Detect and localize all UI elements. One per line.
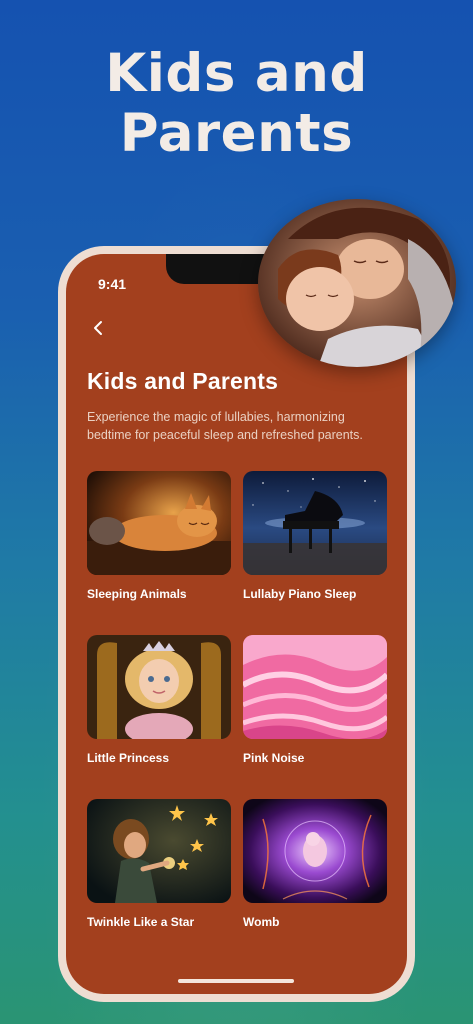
sound-card-pink-noise[interactable]: Pink Noise — [243, 635, 387, 765]
sound-card-label: Pink Noise — [243, 751, 305, 765]
sleeping-animals-thumbnail — [87, 471, 231, 575]
sound-card-little-princess[interactable]: Little Princess — [87, 635, 231, 765]
sound-card-womb[interactable]: Womb — [243, 799, 387, 929]
sound-card-label: Sleeping Animals — [87, 587, 187, 601]
sound-card-label: Lullaby Piano Sleep — [243, 587, 357, 601]
sound-card-sleeping-animals[interactable]: Sleeping Animals — [87, 471, 231, 601]
lullaby-piano-thumbnail — [243, 471, 387, 575]
sound-card-label: Womb — [243, 915, 280, 929]
womb-thumbnail — [243, 799, 387, 903]
page-title: Kids and Parents — [87, 368, 279, 394]
chevron-left-icon — [94, 321, 102, 335]
sound-card-twinkle-like-a-star[interactable]: Twinkle Like a Star — [87, 799, 231, 929]
promo-headline-line2: Parents — [119, 103, 354, 164]
promo-headline: Kids and Parents — [0, 44, 473, 164]
little-princess-thumbnail — [87, 635, 231, 739]
sound-grid: Sleeping Animals Lullaby Piano Sleep Lit… — [87, 471, 387, 931]
status-time: 9:41 — [98, 276, 127, 292]
sound-card-lullaby-piano-sleep[interactable]: Lullaby Piano Sleep — [243, 471, 387, 601]
mother-child-photo — [258, 199, 456, 367]
pink-noise-thumbnail — [243, 635, 387, 739]
back-button[interactable] — [86, 316, 110, 340]
twinkle-star-thumbnail — [87, 799, 231, 903]
page-description: Experience the magic of lullabies, harmo… — [87, 410, 363, 442]
sound-card-label: Twinkle Like a Star — [87, 915, 195, 929]
promo-headline-line1: Kids and — [105, 43, 368, 104]
home-indicator — [178, 979, 294, 983]
sound-card-label: Little Princess — [87, 751, 170, 765]
